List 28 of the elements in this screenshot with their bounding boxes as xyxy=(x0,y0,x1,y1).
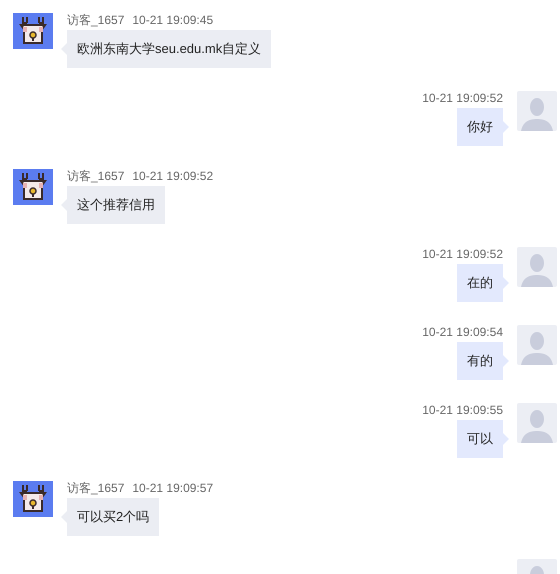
deer-avatar-icon xyxy=(13,481,53,517)
user-avatar-icon xyxy=(517,403,557,443)
user-avatar-icon xyxy=(517,91,557,131)
bubble-tail xyxy=(503,355,509,367)
user-avatar-icon xyxy=(517,325,557,365)
message-bubble: 欧洲东南大学seu.edu.mk自定义 xyxy=(67,30,272,68)
message-time: 10-21 19:09:52 xyxy=(422,91,503,105)
visitor-name: 访客_1657 xyxy=(67,169,124,183)
message-time: 10-21 19:09:52 xyxy=(422,247,503,261)
message-bubble: 这个推荐信用 xyxy=(67,186,165,224)
message-time: 10-21 19:09:52 xyxy=(132,169,214,183)
message-bubble: 在的 xyxy=(457,264,503,302)
message-bubble: 可以 xyxy=(457,420,503,458)
deer-avatar-icon xyxy=(13,13,53,49)
message-bubble: 你好 xyxy=(457,108,503,146)
message-time: 10-21 19:09:45 xyxy=(132,13,214,27)
bubble-tail xyxy=(503,433,509,445)
visitor-name: 访客_1657 xyxy=(67,481,124,495)
visitor-name: 访客_1657 xyxy=(67,13,124,27)
message-bubble: 有的 xyxy=(457,342,503,380)
message-time: 10-21 19:09:54 xyxy=(422,325,503,339)
bubble-tail xyxy=(503,121,509,133)
deer-avatar-icon xyxy=(13,169,53,205)
message-bubble: 可以买2个吗 xyxy=(67,498,160,536)
message-time: 10-21 19:09:57 xyxy=(132,481,214,495)
message-time: 10-21 19:09:55 xyxy=(422,403,503,417)
bubble-tail xyxy=(503,277,509,289)
user-avatar-icon xyxy=(517,247,557,287)
